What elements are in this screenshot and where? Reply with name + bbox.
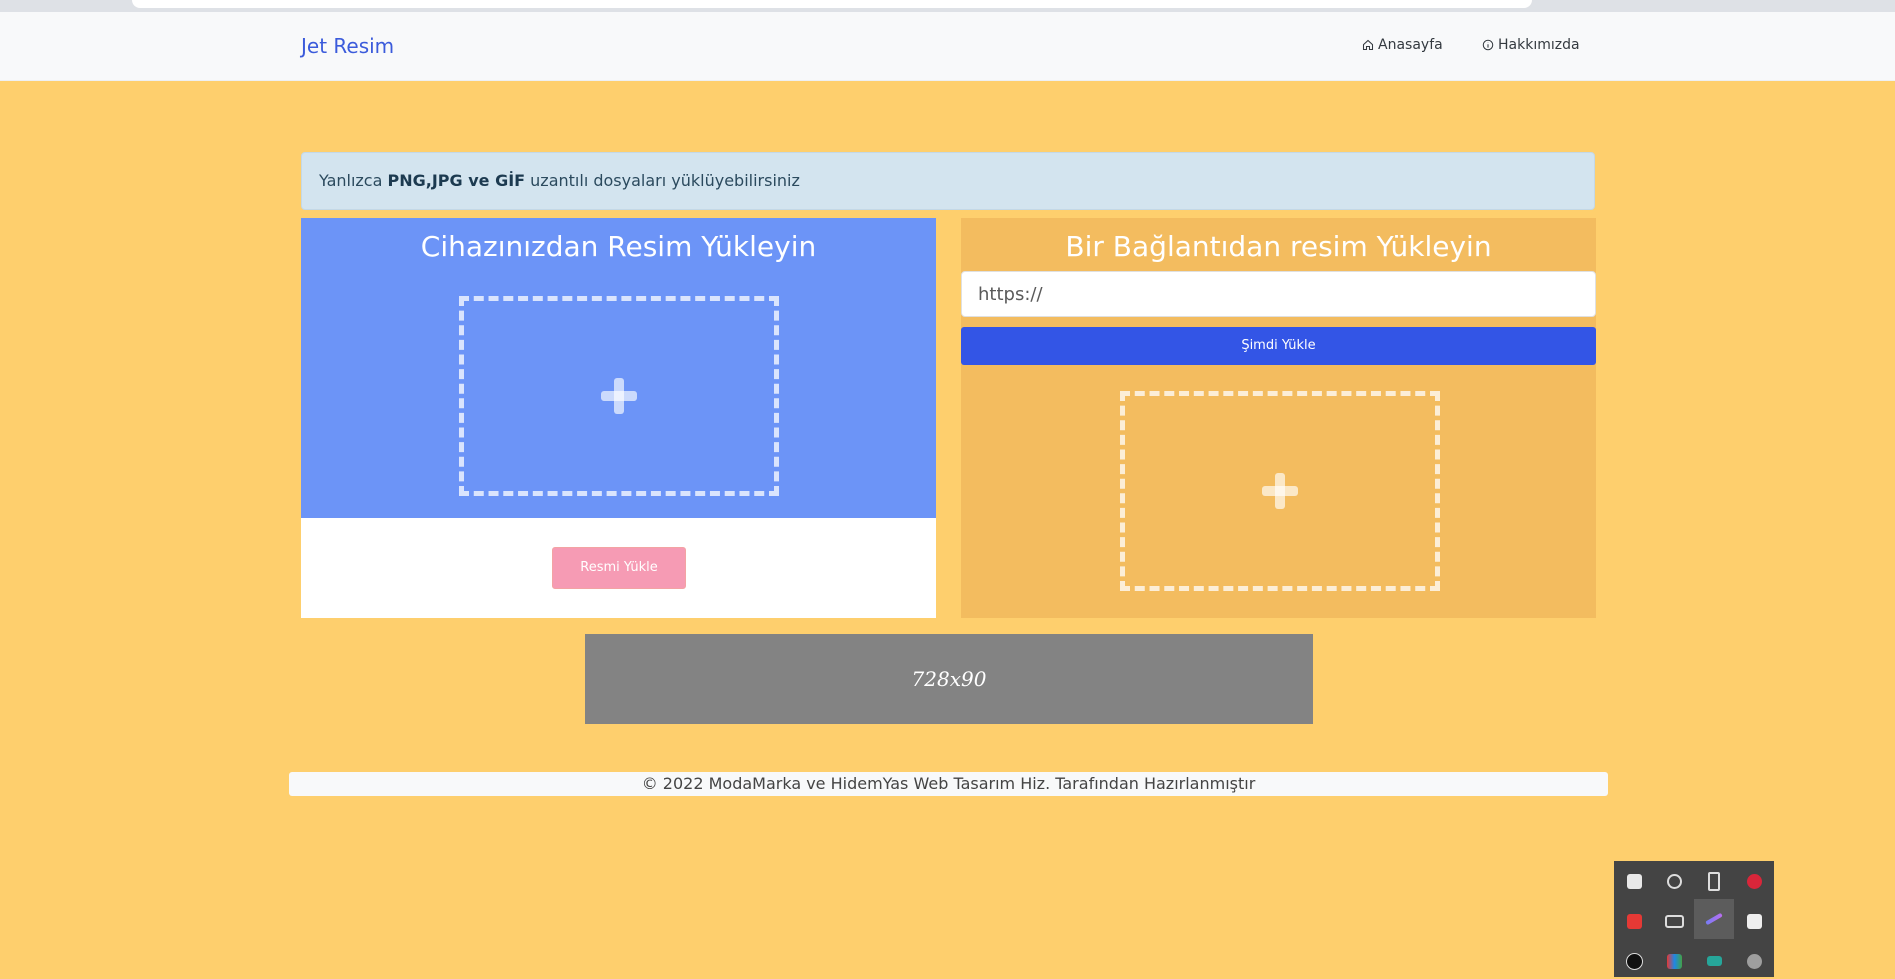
shield-icon[interactable]: [1614, 863, 1654, 899]
logitech-icon[interactable]: [1614, 943, 1654, 979]
bug-icon[interactable]: [1734, 863, 1774, 899]
ad-banner[interactable]: 728x90: [585, 634, 1313, 724]
display-icon[interactable]: [1694, 943, 1734, 979]
satellite-icon[interactable]: [1654, 863, 1694, 899]
link-upload-panel: Bir Bağlantıdan resim Yükleyin Şimdi Yük…: [961, 218, 1596, 618]
url-input[interactable]: [961, 271, 1596, 317]
device-dropzone[interactable]: [459, 296, 779, 496]
navbar: Jet Resim Anasayfa Hakkımızda: [0, 12, 1895, 81]
nav-link-label: Anasayfa: [1378, 37, 1443, 53]
feather-icon[interactable]: [1694, 899, 1734, 939]
footer: © 2022 ModaMarka ve HidemYas Web Tasarım…: [289, 772, 1608, 796]
device-upload-footer: Resmi Yükle: [301, 518, 936, 618]
record-icon[interactable]: [1614, 903, 1654, 939]
file-type-alert: Yanlızca PNG,JPG ve GİF uzantılı dosyala…: [301, 152, 1595, 210]
address-bar[interactable]: [132, 0, 1532, 8]
alert-suffix: uzantılı dosyaları yüklüyebilirsiniz: [525, 171, 800, 190]
plus-icon: [1262, 473, 1298, 509]
device-upload-title: Cihazınızdan Resim Yükleyin: [420, 230, 817, 263]
plus-icon: [601, 378, 637, 414]
alert-formats: PNG,JPG ve GİF: [387, 171, 526, 190]
nav-link-home[interactable]: Anasayfa: [1362, 37, 1443, 53]
link-dropzone[interactable]: [1120, 391, 1440, 591]
nav-link-about[interactable]: Hakkımızda: [1482, 37, 1580, 53]
browser-chrome: [0, 0, 1895, 12]
monitor-icon[interactable]: [1654, 903, 1694, 939]
device-upload-panel: Cihazınızdan Resim Yükleyin: [301, 218, 936, 518]
system-tray-overflow: [1614, 861, 1774, 977]
upload-now-button[interactable]: Şimdi Yükle: [961, 327, 1596, 365]
usb-icon[interactable]: [1694, 863, 1734, 899]
home-icon: [1362, 39, 1374, 51]
info-icon: [1482, 39, 1494, 51]
link-upload-title: Bir Bağlantıdan resim Yükleyin: [1065, 230, 1492, 263]
nav-link-label: Hakkımızda: [1498, 37, 1580, 53]
skype-icon[interactable]: [1734, 943, 1774, 979]
alert-prefix: Yanlızca: [319, 171, 388, 190]
palette-icon[interactable]: [1654, 943, 1694, 979]
drive-icon[interactable]: [1734, 903, 1774, 939]
brand-link[interactable]: Jet Resim: [301, 34, 394, 58]
upload-image-button[interactable]: Resmi Yükle: [552, 547, 686, 589]
